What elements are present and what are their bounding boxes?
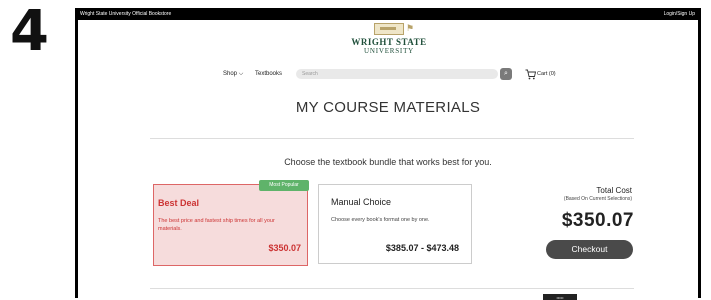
- partial-element: •••••: [543, 294, 577, 300]
- search-icon: ⌕: [504, 70, 508, 77]
- total-cost-value: $350.07: [561, 210, 634, 231]
- best-deal-title: Best Deal: [158, 198, 200, 208]
- total-cost-sublabel: (Based On Current Selections): [563, 196, 632, 202]
- logo-line2: UNIVERSITY: [364, 47, 414, 55]
- step-number: 4: [10, 0, 49, 64]
- best-deal-description: The best price and fastest ship times fo…: [158, 218, 275, 232]
- checkout-button[interactable]: Checkout: [546, 240, 633, 259]
- manual-choice-price: $385.07 - $473.48: [385, 243, 459, 253]
- bundle-prompt: Choose the textbook bundle that works be…: [284, 157, 492, 167]
- best-deal-price: $350.07: [268, 243, 301, 253]
- divider: [150, 138, 634, 139]
- page-title: MY COURSE MATERIALS: [295, 99, 481, 116]
- chevron-down-icon: ⌵: [238, 71, 244, 77]
- nav-shop-label: Shop: [223, 71, 238, 77]
- top-bar: Wright State University Official Booksto…: [75, 8, 701, 20]
- login-link[interactable]: Login/Sign Up: [664, 8, 695, 20]
- search-input[interactable]: Search: [296, 69, 498, 79]
- cart-icon[interactable]: [525, 69, 536, 80]
- divider: [150, 288, 634, 289]
- manual-choice-card[interactable]: Manual Choice Choose every book's format…: [318, 184, 472, 264]
- search-placeholder: Search: [302, 71, 318, 77]
- logo-line1: WRIGHT STATE: [351, 37, 427, 47]
- manual-choice-description: Choose every book's format one by one.: [331, 217, 430, 223]
- nav-shop[interactable]: Shop ⌵: [223, 69, 243, 79]
- browser-window: Wright State University Official Booksto…: [75, 8, 701, 300]
- manual-choice-title: Manual Choice: [331, 197, 392, 207]
- best-deal-card[interactable]: Best Deal The best price and fastest shi…: [153, 184, 308, 266]
- site-name[interactable]: Wright State University Official Booksto…: [80, 8, 171, 20]
- building-icon: [374, 23, 404, 35]
- most-popular-badge: Most Popular: [259, 180, 309, 191]
- nav-textbooks[interactable]: Textbooks: [255, 69, 282, 79]
- flag-icon: ⚑: [406, 23, 415, 33]
- search-button[interactable]: ⌕: [500, 68, 512, 80]
- cart-link[interactable]: Cart (0): [537, 70, 556, 79]
- page-content: ⚑ WRIGHT STATE UNIVERSITY Shop ⌵ Textboo…: [78, 20, 698, 300]
- total-cost-label: Total Cost: [596, 186, 632, 195]
- university-logo[interactable]: ⚑ WRIGHT STATE UNIVERSITY: [348, 23, 430, 55]
